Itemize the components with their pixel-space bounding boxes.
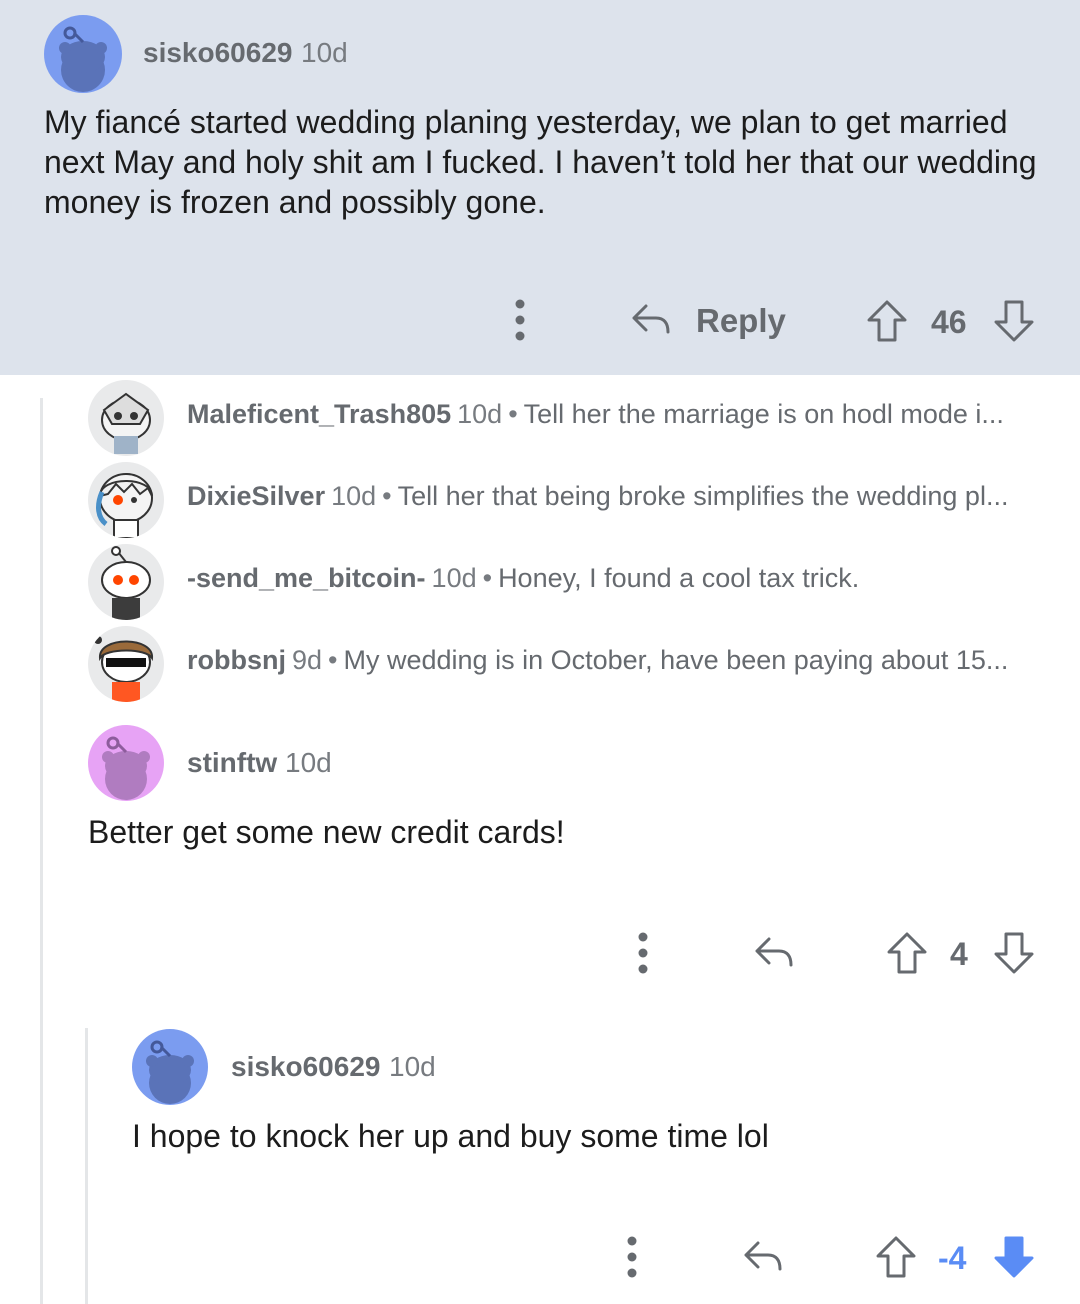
collapsed-reply-snippet: Tell her that being broke simplifies the… — [397, 481, 1009, 511]
separator-dot: • — [382, 481, 392, 511]
collapsed-reply-age: 10d — [431, 563, 477, 593]
more-options-icon[interactable] — [631, 931, 655, 975]
reply-icon — [632, 304, 670, 334]
thread-line-nested[interactable] — [85, 1028, 88, 1304]
thread-line[interactable] — [40, 398, 43, 1304]
comment-age: 10d — [285, 747, 332, 778]
avatar[interactable] — [88, 380, 164, 456]
comment-body: I hope to knock her up and buy some time… — [132, 1118, 769, 1154]
avatar[interactable] — [88, 544, 164, 620]
separator-dot: • — [482, 563, 493, 593]
collapsed-reply-username[interactable]: -send_me_bitcoin- — [187, 563, 426, 593]
vote-count: 46 — [931, 304, 967, 340]
collapsed-reply[interactable]: -send_me_bitcoin- 10d • Honey, I found a co… — [88, 544, 1048, 620]
comment-username[interactable]: stinftw — [187, 747, 277, 779]
upvote-icon[interactable] — [885, 930, 929, 976]
separator-dot: • — [328, 645, 338, 675]
collapsed-reply-snippet: My wedding is in October, have been payi… — [343, 645, 1009, 675]
collapsed-reply-snippet: Honey, I found a cool tax trick. — [498, 563, 860, 593]
collapsed-reply-username[interactable]: DixieSilver — [187, 481, 325, 511]
comment-age: 10d — [389, 1051, 436, 1082]
collapsed-reply[interactable]: robbsnj 9d • My wedding is in October, have… — [88, 626, 1048, 702]
reply-label: Reply — [696, 302, 786, 339]
more-options-icon[interactable] — [620, 1235, 644, 1279]
comment-body: My fiancé started wedding planing yester… — [44, 104, 1037, 220]
separator-dot: • — [508, 399, 518, 429]
reply-icon[interactable] — [753, 931, 797, 975]
comment-username[interactable]: sisko60629 — [231, 1051, 380, 1083]
comment-username[interactable]: sisko60629 — [143, 37, 292, 69]
avatar[interactable] — [44, 15, 122, 93]
downvote-button[interactable] — [992, 298, 1036, 344]
collapsed-reply-username[interactable]: Maleficent_Trash805 — [187, 399, 451, 429]
upvote-icon[interactable] — [874, 1234, 918, 1280]
collapsed-reply-age: 9d — [292, 645, 323, 675]
collapsed-reply-username[interactable]: robbsnj — [187, 645, 286, 675]
upvote-icon — [867, 300, 907, 342]
avatar[interactable] — [88, 462, 164, 538]
vote-count: -4 — [938, 1240, 967, 1276]
collapsed-reply[interactable]: Maleficent_Trash805 10d • Tell her the marr… — [88, 380, 1048, 456]
more-options-icon[interactable] — [508, 298, 532, 342]
collapsed-reply[interactable]: DixieSilver 10d • Tell her that being broke… — [88, 462, 1048, 538]
reply-icon[interactable] — [742, 1235, 786, 1279]
comment-body: Better get some new credit cards! — [88, 814, 565, 850]
collapsed-reply-snippet: Tell her the marriage is on hodl mode i.… — [523, 399, 1004, 429]
avatar[interactable] — [88, 725, 164, 801]
downvote-icon — [994, 300, 1034, 342]
avatar[interactable] — [132, 1029, 208, 1105]
comment-age: 10d — [301, 37, 348, 68]
reply-button[interactable]: Reply — [630, 298, 790, 344]
avatar[interactable] — [88, 626, 164, 702]
vote-count: 4 — [950, 936, 968, 972]
downvote-icon-active[interactable] — [992, 1234, 1036, 1280]
upvote-button[interactable] — [865, 298, 909, 344]
downvote-icon[interactable] — [992, 930, 1036, 976]
collapsed-reply-age: 10d — [457, 399, 503, 429]
collapsed-reply-age: 10d — [331, 481, 377, 511]
